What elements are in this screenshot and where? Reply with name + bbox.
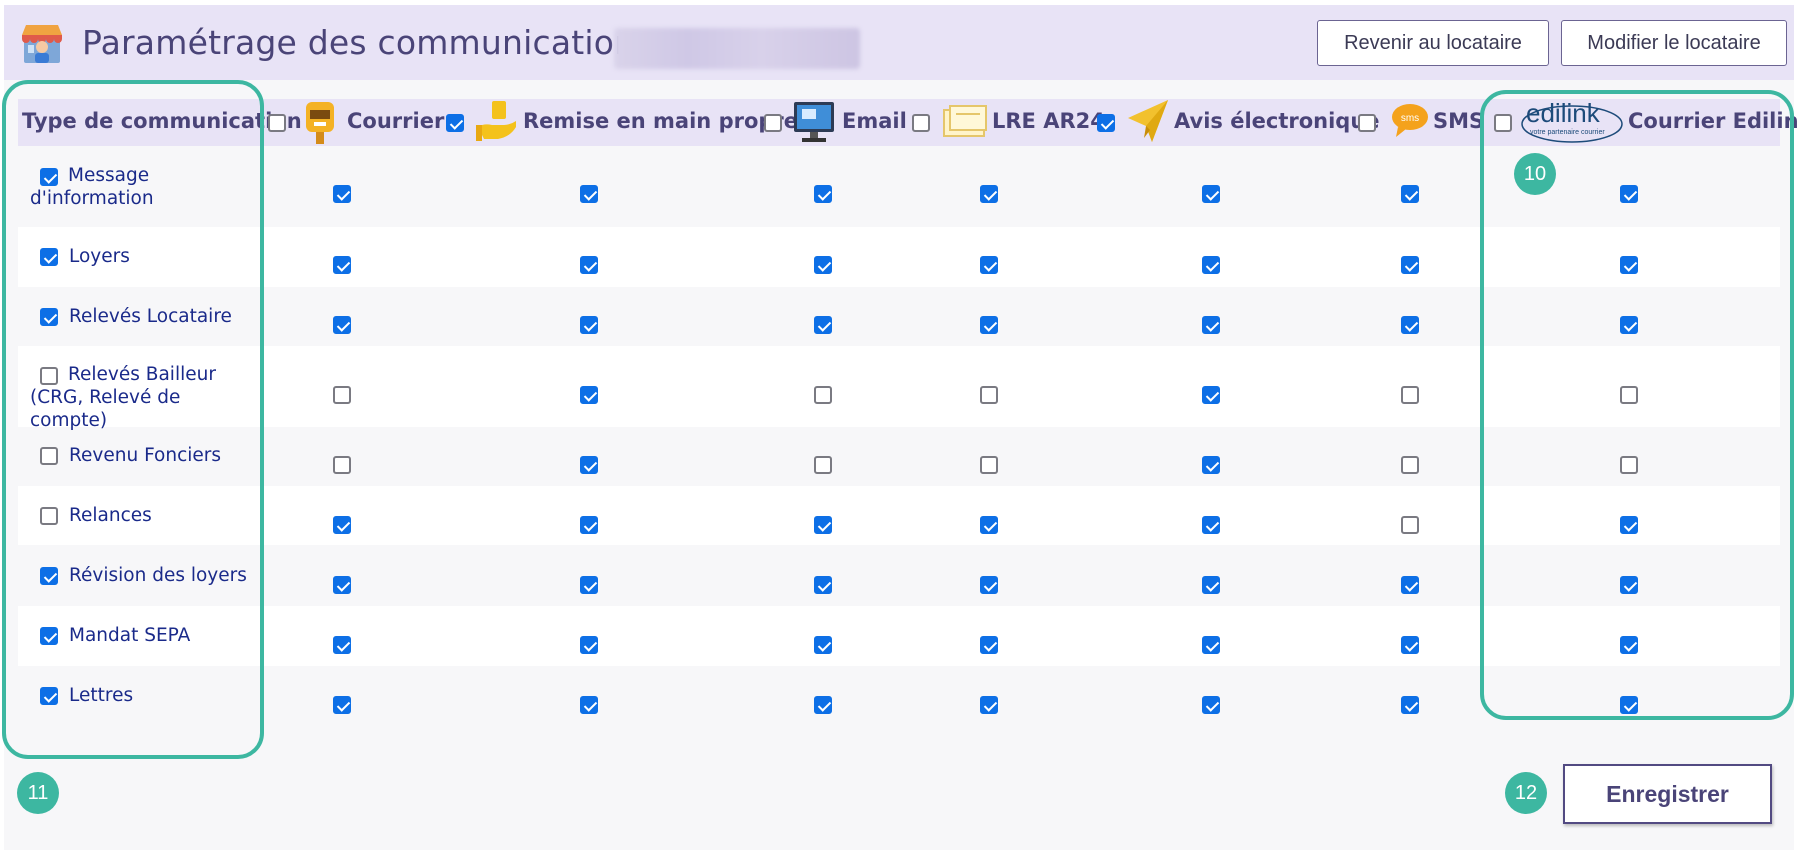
cell-checkbox-lre[interactable] [980, 256, 998, 274]
header-checkbox-courrier[interactable] [268, 114, 286, 132]
hand-delivery-icon [474, 97, 520, 145]
cell-checkbox-sms[interactable] [1401, 316, 1419, 334]
cell-checkbox-email[interactable] [814, 576, 832, 594]
cell-checkbox-sms[interactable] [1401, 696, 1419, 714]
cell-checkbox-sms[interactable] [1401, 185, 1419, 203]
cell-checkbox-sms[interactable] [1401, 456, 1419, 474]
header-checkbox-avis[interactable] [1097, 114, 1115, 132]
monitor-email-icon [792, 100, 836, 144]
cell-checkbox-courrier[interactable] [333, 185, 351, 203]
column-header-remise: Remise en main propre [523, 109, 799, 133]
cell-checkbox-email[interactable] [814, 636, 832, 654]
svg-text:sms: sms [1401, 113, 1419, 124]
save-button[interactable]: Enregistrer [1563, 764, 1772, 824]
cell-checkbox-avis[interactable] [1202, 316, 1220, 334]
cell-checkbox-lre[interactable] [980, 456, 998, 474]
cell-checkbox-remise[interactable] [580, 185, 598, 203]
cell-checkbox-email[interactable] [814, 256, 832, 274]
cell-checkbox-remise[interactable] [580, 636, 598, 654]
page-header: Paramétrage des communications : Revenir… [4, 5, 1794, 81]
cell-checkbox-avis[interactable] [1202, 516, 1220, 534]
cell-checkbox-lre[interactable] [980, 185, 998, 203]
annotation-marker-12: 12 [1505, 772, 1547, 814]
cell-checkbox-email[interactable] [814, 386, 832, 404]
cell-checkbox-sms[interactable] [1401, 256, 1419, 274]
cell-checkbox-email[interactable] [814, 185, 832, 203]
cell-checkbox-courrier[interactable] [333, 256, 351, 274]
cell-checkbox-email[interactable] [814, 696, 832, 714]
cell-checkbox-courrier[interactable] [333, 696, 351, 714]
annotation-marker-10: 10 [1514, 153, 1556, 195]
cell-checkbox-email[interactable] [814, 456, 832, 474]
cell-checkbox-email[interactable] [814, 516, 832, 534]
back-to-tenant-button[interactable]: Revenir au locataire [1317, 20, 1549, 66]
cell-checkbox-lre[interactable] [980, 696, 998, 714]
cell-checkbox-lre[interactable] [980, 386, 998, 404]
cell-checkbox-avis[interactable] [1202, 576, 1220, 594]
cell-checkbox-lre[interactable] [980, 576, 998, 594]
column-header-email: Email [842, 109, 907, 133]
cell-checkbox-remise[interactable] [580, 386, 598, 404]
store-icon [22, 25, 62, 63]
cell-checkbox-sms[interactable] [1401, 386, 1419, 404]
envelope-icon [942, 104, 988, 138]
cell-checkbox-remise[interactable] [580, 316, 598, 334]
edit-tenant-button[interactable]: Modifier le locataire [1561, 20, 1787, 66]
header-checkbox-sms[interactable] [1358, 114, 1376, 132]
sms-bubble-icon: sms [1390, 101, 1430, 141]
cell-checkbox-courrier[interactable] [333, 636, 351, 654]
cell-checkbox-avis[interactable] [1202, 386, 1220, 404]
cell-checkbox-courrier[interactable] [333, 316, 351, 334]
header-checkbox-remise[interactable] [446, 114, 464, 132]
cell-checkbox-avis[interactable] [1202, 696, 1220, 714]
cell-checkbox-sms[interactable] [1401, 576, 1419, 594]
header-checkbox-email[interactable] [764, 114, 782, 132]
cell-checkbox-remise[interactable] [580, 456, 598, 474]
cell-checkbox-lre[interactable] [980, 516, 998, 534]
cell-checkbox-remise[interactable] [580, 516, 598, 534]
cell-checkbox-avis[interactable] [1202, 456, 1220, 474]
cell-checkbox-courrier[interactable] [333, 456, 351, 474]
cell-checkbox-avis[interactable] [1202, 636, 1220, 654]
column-header-courrier: Courrier [347, 109, 445, 133]
cell-checkbox-avis[interactable] [1202, 256, 1220, 274]
cell-checkbox-remise[interactable] [580, 696, 598, 714]
cell-checkbox-lre[interactable] [980, 636, 998, 654]
annotation-marker-11: 11 [17, 772, 59, 814]
mailbox-icon [300, 98, 340, 146]
cell-checkbox-courrier[interactable] [333, 386, 351, 404]
column-header-avis: Avis électronique [1174, 109, 1380, 133]
paper-plane-icon [1126, 98, 1170, 144]
header-checkbox-lre[interactable] [912, 114, 930, 132]
column-header-lre: LRE AR24 [992, 109, 1105, 133]
cell-checkbox-courrier[interactable] [333, 516, 351, 534]
tenant-name-redacted [614, 28, 860, 69]
type-column-highlight [2, 80, 264, 759]
cell-checkbox-sms[interactable] [1401, 636, 1419, 654]
cell-checkbox-lre[interactable] [980, 316, 998, 334]
cell-checkbox-avis[interactable] [1202, 185, 1220, 203]
page-title: Paramétrage des communications : [82, 23, 675, 62]
cell-checkbox-email[interactable] [814, 316, 832, 334]
cell-checkbox-sms[interactable] [1401, 516, 1419, 534]
cell-checkbox-remise[interactable] [580, 576, 598, 594]
cell-checkbox-courrier[interactable] [333, 576, 351, 594]
cell-checkbox-remise[interactable] [580, 256, 598, 274]
column-header-sms: SMS [1433, 109, 1485, 133]
